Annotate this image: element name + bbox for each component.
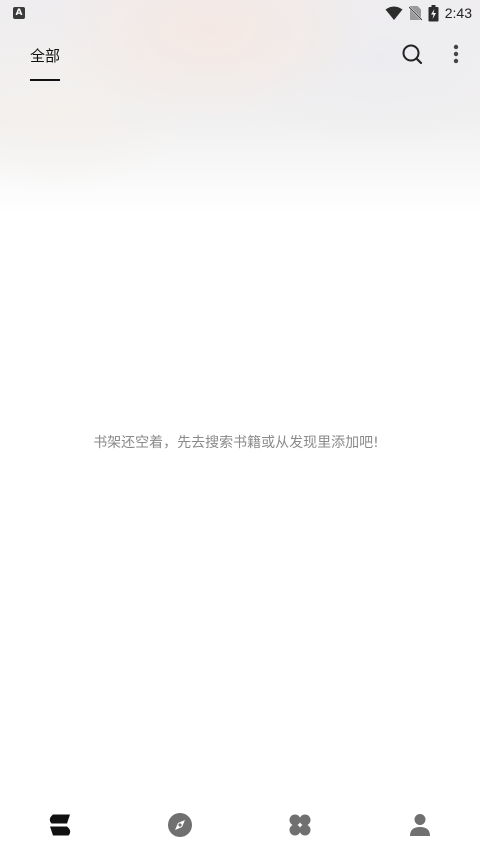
- app-header: 全部: [0, 26, 480, 96]
- status-icons: 2:43: [385, 4, 472, 22]
- more-vertical-icon: [453, 44, 459, 64]
- tab-indicator: [30, 79, 60, 81]
- bottom-navigation: [0, 797, 480, 853]
- no-sim-icon: [408, 6, 422, 21]
- nav-item-bookshelf[interactable]: [46, 811, 74, 839]
- status-time: 2:43: [444, 5, 472, 21]
- battery-charging-icon: [428, 4, 439, 21]
- empty-bookshelf-message: 书架还空着，先去搜索书籍或从发现里添加吧!: [93, 435, 379, 451]
- nav-item-profile[interactable]: [406, 811, 434, 839]
- status-bar: A 2:43: [0, 0, 480, 26]
- discover-icon: [168, 813, 192, 837]
- nav-item-apps[interactable]: [286, 811, 314, 839]
- more-options-button[interactable]: [447, 43, 465, 65]
- tab-all[interactable]: 全部: [30, 45, 60, 66]
- search-button[interactable]: [401, 43, 423, 65]
- accessibility-notification-icon: A: [13, 7, 25, 19]
- nav-item-discover[interactable]: [166, 811, 194, 839]
- apps-icon: [289, 814, 311, 836]
- wifi-icon: [385, 6, 403, 20]
- search-icon: [402, 44, 423, 65]
- bookshelf-icon: [49, 814, 71, 836]
- profile-icon: [410, 814, 430, 836]
